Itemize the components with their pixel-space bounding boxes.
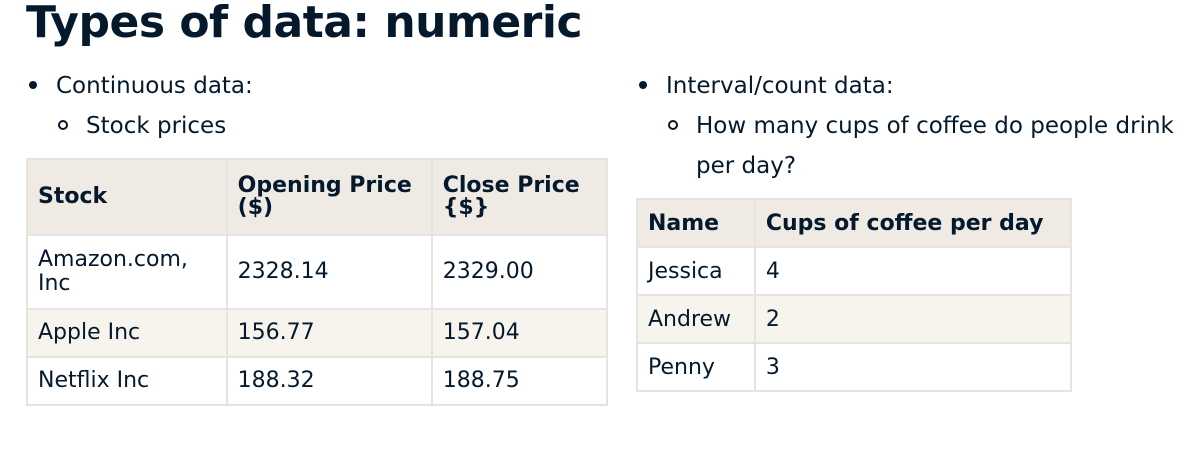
column-header-opening-price: Opening Price ($) <box>225 158 433 236</box>
table-cell: Penny <box>636 342 756 392</box>
table-cell: 3 <box>753 342 1073 392</box>
continuous-data-section: Continuous data: Stock prices Stock Open… <box>26 66 609 406</box>
table-cell: 2328.14 <box>225 234 433 310</box>
table-row: Apple Inc 156.77 157.04 <box>26 308 609 358</box>
table-cell: Apple Inc <box>26 308 228 358</box>
table-row: Andrew 2 <box>636 294 1073 344</box>
table-cell: 2 <box>753 294 1073 344</box>
bullet-continuous-data: Continuous data: <box>26 66 608 106</box>
hollow-bullet-icon <box>668 120 678 130</box>
column-header-name: Name <box>636 198 756 248</box>
table-cell: 4 <box>753 246 1073 296</box>
subbullet-coffee-question: How many cups of coffee do people drink … <box>636 106 1176 186</box>
bullet-dot-icon <box>639 81 647 89</box>
table-cell: Jessica <box>636 246 756 296</box>
bullet-interval-count-data: Interval/count data: <box>636 66 1176 106</box>
table-cell: 2329.00 <box>430 234 609 310</box>
table-cell: 157.04 <box>430 308 609 358</box>
hollow-bullet-icon <box>58 120 68 130</box>
subbullet-text: Stock prices <box>86 113 227 139</box>
subbullet-text: How many cups of coffee do people drink … <box>696 113 1174 179</box>
column-header-close-price: Close Price {$} <box>430 158 609 236</box>
table-header-row: Stock Opening Price ($) Close Price {$} <box>26 158 609 236</box>
table-cell: 188.75 <box>430 356 609 406</box>
table-cell: Amazon.com, Inc <box>26 234 228 310</box>
subbullet-stock-prices: Stock prices <box>26 106 608 146</box>
table-cell: 156.77 <box>225 308 433 358</box>
bullet-text: Continuous data: <box>56 73 253 99</box>
table-cell: Netflix Inc <box>26 356 228 406</box>
slide-title: Types of data: numeric <box>26 0 583 48</box>
bullet-dot-icon <box>29 81 37 89</box>
table-row: Jessica 4 <box>636 246 1073 296</box>
table-cell: Andrew <box>636 294 756 344</box>
column-header-cups-of-coffee: Cups of coffee per day <box>753 198 1073 248</box>
bullet-text: Interval/count data: <box>666 73 894 99</box>
stock-prices-table: Stock Opening Price ($) Close Price {$} … <box>26 158 609 406</box>
table-row: Penny 3 <box>636 342 1073 392</box>
interval-count-data-section: Interval/count data: How many cups of co… <box>636 66 1176 392</box>
table-cell: 188.32 <box>225 356 433 406</box>
column-header-stock: Stock <box>26 158 228 236</box>
table-row: Amazon.com, Inc 2328.14 2329.00 <box>26 234 609 310</box>
table-row: Netflix Inc 188.32 188.75 <box>26 356 609 406</box>
coffee-consumption-table: Name Cups of coffee per day Jessica 4 An… <box>636 198 1073 392</box>
table-header-row: Name Cups of coffee per day <box>636 198 1073 248</box>
